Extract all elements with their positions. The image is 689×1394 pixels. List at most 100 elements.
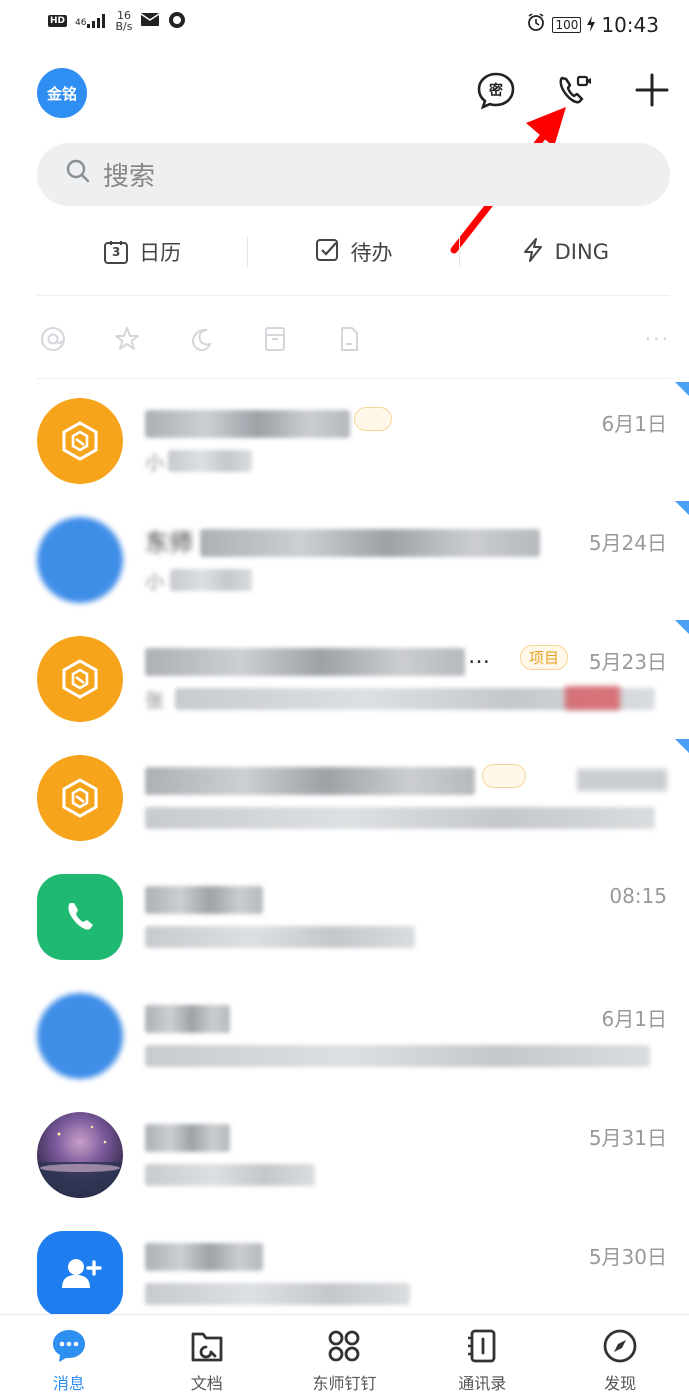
unread-corner-marker — [675, 382, 689, 396]
blurred-preview — [145, 926, 415, 948]
nav-workspace[interactable]: 东师钉钉 — [276, 1315, 414, 1394]
conversation-item[interactable]: 东师 小 5月24日 — [0, 501, 689, 620]
todo-button[interactable]: 待办 — [248, 237, 458, 268]
blurred-title — [145, 1005, 230, 1033]
search-bar[interactable]: 搜索 — [37, 143, 670, 206]
unread-corner-marker — [675, 620, 689, 634]
calendar-button[interactable]: 3 日历 — [37, 237, 247, 267]
message-icon — [49, 1327, 89, 1365]
blurred-avatar — [37, 517, 123, 603]
section-divider — [37, 378, 670, 379]
org-avatar — [37, 755, 123, 841]
clock: 10:43 — [601, 12, 659, 37]
conversation-preview-hint: 小 — [145, 452, 165, 474]
conversation-preview-hint: 小 — [145, 571, 165, 593]
todo-icon — [314, 237, 340, 268]
photo-avatar — [37, 1112, 123, 1198]
todo-label: 待办 — [350, 241, 393, 265]
workspace-icon — [324, 1327, 364, 1365]
at-icon[interactable] — [37, 323, 69, 355]
secret-chat-icon[interactable]: 密 — [474, 68, 518, 112]
blurred-time — [577, 769, 667, 791]
blurred-title — [145, 410, 350, 438]
speed-unit: B/s — [115, 20, 133, 33]
blurred-preview — [168, 450, 252, 472]
signal-icon: 46 — [75, 14, 107, 28]
org-avatar — [37, 636, 123, 722]
add-friend-avatar — [37, 1231, 123, 1317]
user-avatar[interactable]: 金铭 — [37, 68, 87, 118]
calendar-icon: 3 — [103, 239, 129, 265]
hd-badge: HD — [48, 15, 68, 27]
compass-icon — [600, 1327, 640, 1365]
org-avatar — [37, 398, 123, 484]
title-ellipsis: … — [468, 644, 490, 669]
document-icon[interactable] — [333, 323, 365, 355]
blurred-title — [145, 886, 263, 914]
conversation-title-hint: 东师 — [145, 529, 193, 557]
nav-label: 通讯录 — [458, 1374, 507, 1393]
mail-icon — [140, 12, 160, 30]
bottom-navigation: 消息 文档 东师钉钉 通讯录 发现 — [0, 1314, 689, 1394]
conversation-item[interactable] — [0, 739, 689, 858]
conversation-item[interactable]: 小 6月1日 — [0, 382, 689, 501]
filter-row: ··· — [37, 318, 670, 360]
app-notification-icon — [168, 11, 186, 32]
ding-button[interactable]: DING — [460, 237, 670, 268]
phone-avatar — [37, 874, 123, 960]
moon-icon[interactable] — [185, 323, 217, 355]
nav-label: 发现 — [604, 1374, 637, 1393]
conversation-item[interactable]: … 项目 张 5月23日 — [0, 620, 689, 739]
nav-label: 东师钉钉 — [312, 1374, 377, 1393]
svg-text:密: 密 — [488, 82, 503, 99]
battery-level: 100 — [552, 16, 582, 33]
blurred-preview — [145, 807, 655, 829]
conversation-item[interactable]: 5月31日 — [0, 1096, 689, 1215]
blurred-tag — [482, 764, 526, 788]
blurred-title — [145, 767, 475, 795]
org-icon — [62, 659, 98, 699]
nav-messages[interactable]: 消息 — [0, 1315, 138, 1394]
blurred-preview — [145, 1164, 315, 1186]
conversation-item[interactable]: 08:15 — [0, 858, 689, 977]
blurred-title — [145, 1243, 263, 1271]
search-icon — [65, 158, 91, 191]
blurred-title — [145, 1124, 230, 1152]
more-filters-icon[interactable]: ··· — [645, 327, 670, 351]
blurred-title — [145, 648, 465, 676]
network-type: 46 — [75, 18, 87, 28]
section-divider — [37, 295, 670, 296]
ding-icon — [521, 237, 545, 268]
conversation-time: 5月31日 — [588, 1126, 667, 1150]
unread-corner-marker — [675, 739, 689, 753]
video-call-icon[interactable] — [552, 68, 596, 112]
star-icon[interactable] — [111, 323, 143, 355]
phone-icon — [68, 903, 93, 930]
conversation-list: 小 6月1日 东师 小 5月24日 … 项目 张 5月23日 08:15 6月1… — [0, 382, 689, 1334]
status-bar: HD 46 16 B/s 100 10:43 — [0, 0, 689, 48]
nav-label: 消息 — [52, 1374, 85, 1393]
conversation-time: 6月1日 — [601, 1007, 667, 1031]
contacts-icon — [462, 1327, 502, 1365]
conversation-item[interactable]: 6月1日 — [0, 977, 689, 1096]
project-tag: 项目 — [520, 645, 569, 670]
landscape-photo — [37, 1125, 123, 1198]
calendar-label: 日历 — [139, 241, 182, 265]
nav-contacts[interactable]: 通讯录 — [413, 1315, 551, 1394]
red-emoji-blur — [565, 686, 620, 710]
status-right: 100 10:43 — [526, 12, 659, 37]
quick-actions: 3 日历 待办 DING — [37, 222, 670, 282]
blurred-preview — [170, 569, 252, 591]
ding-label: DING — [554, 240, 609, 264]
blurred-tag — [354, 407, 392, 431]
calendar-day: 3 — [111, 245, 121, 259]
status-left: HD 46 16 B/s — [48, 10, 186, 32]
nav-discover[interactable]: 发现 — [551, 1315, 689, 1394]
nav-docs[interactable]: 文档 — [138, 1315, 276, 1394]
blurred-preview — [145, 1283, 410, 1305]
unread-corner-marker — [675, 501, 689, 515]
conversation-time: 5月30日 — [588, 1245, 667, 1269]
blurred-avatar — [37, 993, 123, 1079]
plus-icon[interactable] — [630, 68, 674, 112]
archive-icon[interactable] — [259, 323, 291, 355]
